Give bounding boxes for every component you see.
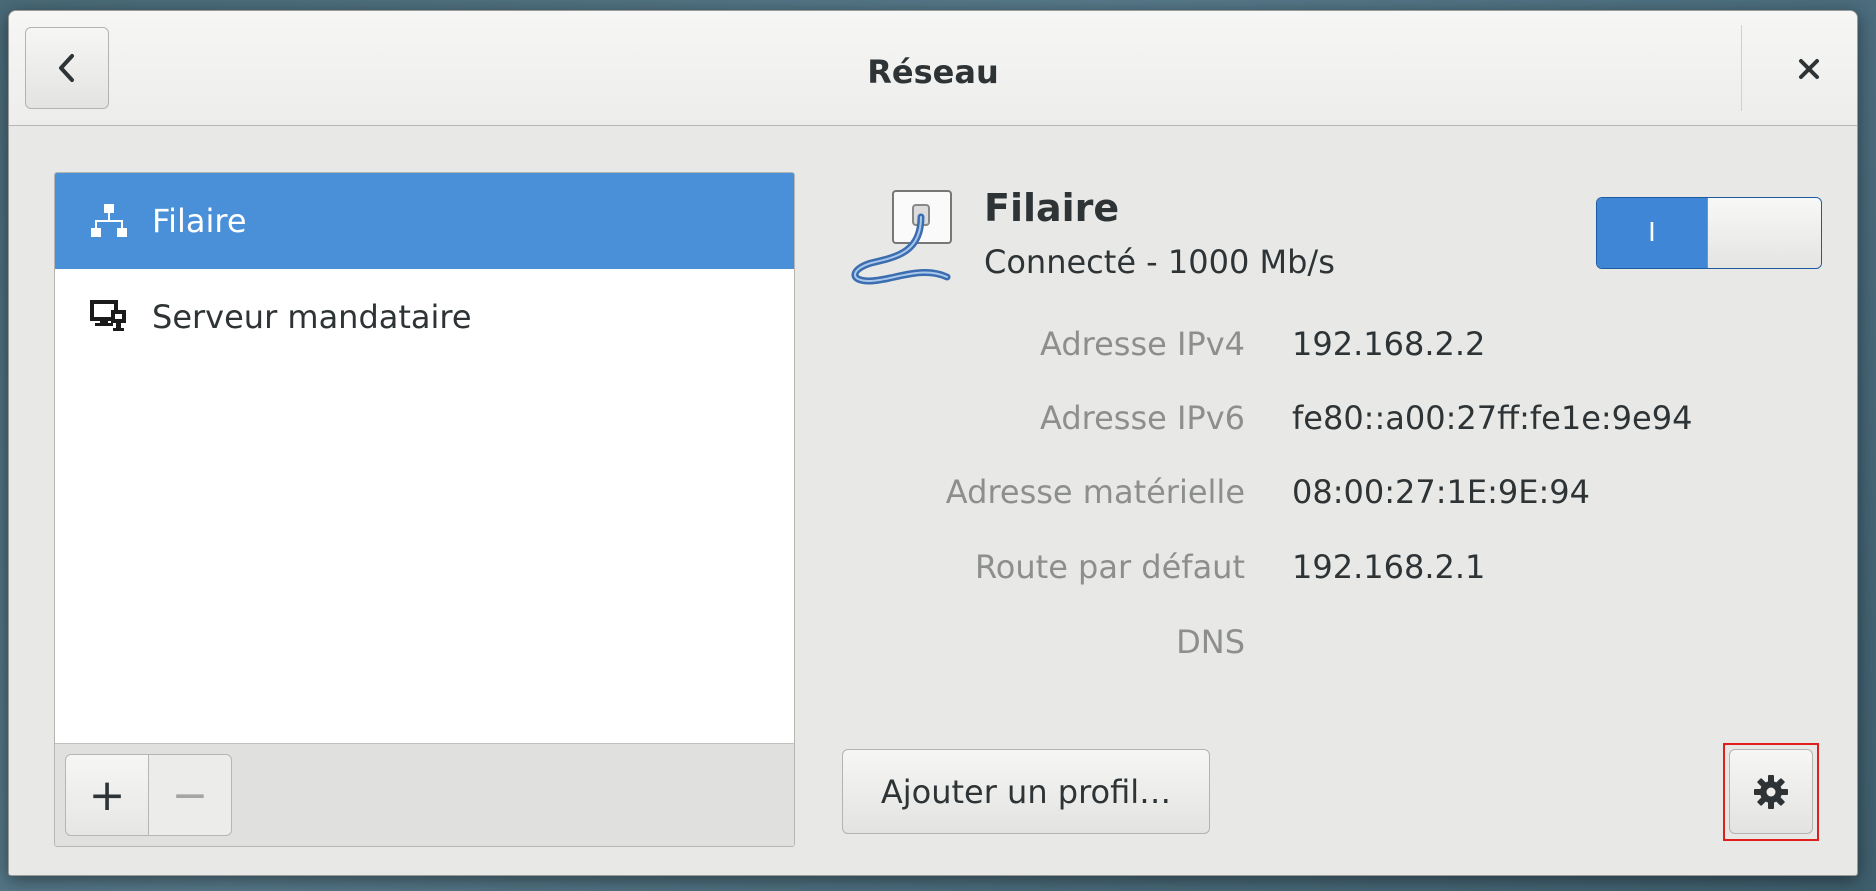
add-profile-button[interactable]: Ajouter un profil… — [842, 749, 1210, 834]
detail-value: fe80::a00:27ff:fe1e:9e94 — [1292, 399, 1693, 437]
gear-icon — [1754, 774, 1788, 809]
detail-row-ipv4: Adresse IPv4 192.168.2.2 — [9, 325, 1857, 375]
switch-knob — [1707, 198, 1821, 268]
wired-network-icon — [88, 200, 130, 242]
network-settings-window: Réseau Filaire Serveur mandataire + − Fi… — [8, 10, 1858, 876]
detail-row-hardware-address: Adresse matérielle 08:00:27:1E:9E:94 — [9, 473, 1857, 523]
detail-row-dns: DNS — [9, 623, 1857, 673]
close-button[interactable] — [1767, 41, 1851, 97]
detail-label: Adresse IPv4 — [1039, 325, 1245, 363]
remove-connection-button[interactable]: − — [148, 754, 232, 836]
detail-label: Route par défaut — [974, 548, 1245, 586]
detail-label: Adresse matérielle — [945, 473, 1245, 511]
detail-value: 192.168.2.2 — [1292, 325, 1486, 363]
add-profile-label: Ajouter un profil… — [880, 772, 1172, 811]
switch-on-indicator: I — [1597, 198, 1707, 268]
detail-value: 08:00:27:1E:9E:94 — [1292, 473, 1590, 511]
add-button-label: + — [88, 769, 126, 821]
remove-button-label: − — [171, 769, 209, 821]
device-status: Connecté - 1000 Mb/s — [984, 243, 1335, 281]
close-icon — [1799, 59, 1819, 79]
detail-label: Adresse IPv6 — [1039, 399, 1245, 437]
detail-value: 192.168.2.1 — [1292, 548, 1486, 586]
window-title: Réseau — [867, 53, 999, 91]
ethernet-cable-icon — [847, 177, 975, 303]
device-name: Filaire — [984, 186, 1120, 230]
header-bar: Réseau — [9, 11, 1857, 126]
settings-button[interactable] — [1729, 749, 1813, 834]
sidebar-item-label: Filaire — [152, 202, 247, 240]
connection-toggle-switch[interactable]: I — [1596, 197, 1822, 269]
list-toolbar: + − — [55, 743, 794, 846]
detail-row-ipv6: Adresse IPv6 fe80::a00:27ff:fe1e:9e94 — [9, 399, 1857, 449]
detail-row-default-route: Route par défaut 192.168.2.1 — [9, 548, 1857, 598]
add-connection-button[interactable]: + — [65, 754, 149, 836]
detail-label: DNS — [1176, 623, 1245, 661]
sidebar-item-wired[interactable]: Filaire — [55, 173, 794, 269]
header-separator — [1741, 25, 1742, 111]
